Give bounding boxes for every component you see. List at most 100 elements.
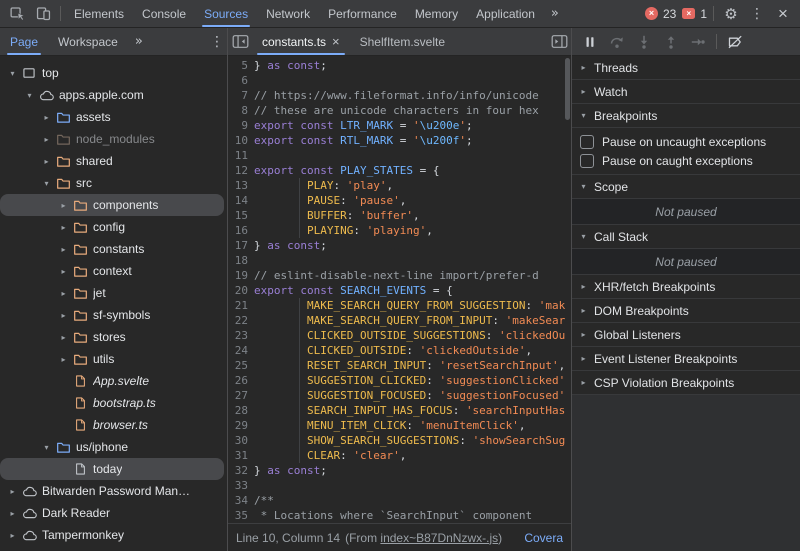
line-number[interactable]: 31 [228, 448, 248, 463]
code-editor[interactable]: 5} as const; 6 7 // https://www.fileformat.… [228, 56, 571, 523]
line-number[interactable]: 19 [228, 268, 248, 283]
devtools-tab-sources[interactable]: Sources [195, 0, 257, 27]
code-line[interactable]: 17} as const; [228, 238, 571, 253]
tree-expander-right[interactable]: ▸ [40, 113, 53, 122]
tree-expander-down[interactable]: ▾ [40, 443, 53, 452]
tree-expander-right[interactable]: ▸ [57, 333, 70, 342]
tree-expander-right[interactable]: ▸ [6, 487, 19, 496]
line-number[interactable]: 29 [228, 418, 248, 433]
code-line[interactable]: 25 RESET_SEARCH_INPUT: 'resetSearchInput… [228, 358, 571, 373]
line-number[interactable]: 11 [228, 148, 248, 163]
code-line[interactable]: 32} as const; [228, 463, 571, 478]
line-number[interactable]: 17 [228, 238, 248, 253]
line-number[interactable]: 30 [228, 433, 248, 448]
inspect-element-icon[interactable] [4, 2, 30, 26]
code-line[interactable]: 34 /** [228, 493, 571, 508]
line-number[interactable]: 32 [228, 463, 248, 478]
tree-item-top[interactable]: ▾ top [0, 62, 224, 84]
code-line[interactable]: 26 SUGGESTION_CLICKED: 'suggestionClicke… [228, 373, 571, 388]
code-line[interactable]: 33 [228, 478, 571, 493]
tree-item-constants[interactable]: ▸ constants [0, 238, 224, 260]
section-global-listeners[interactable]: ▸ Global Listeners [572, 323, 800, 347]
code-line[interactable]: 7 // https://www.fileformat.info/info/uni… [228, 88, 571, 103]
tree-expander-right[interactable]: ▸ [57, 355, 70, 364]
tree-expander-right[interactable]: ▸ [57, 289, 70, 298]
tree-item-sf-symbols[interactable]: ▸ sf-symbols [0, 304, 224, 326]
line-number[interactable]: 20 [228, 283, 248, 298]
checkbox-icon[interactable] [580, 153, 594, 168]
line-number[interactable]: 35 [228, 508, 248, 523]
tree-expander-down[interactable]: ▾ [23, 91, 36, 100]
code-line[interactable]: 22 MAKE_SEARCH_QUERY_FROM_INPUT: 'makeSe… [228, 313, 571, 328]
section-dom-breakpoints[interactable]: ▸ DOM Breakpoints [572, 299, 800, 323]
section-watch[interactable]: ▸ Watch [572, 80, 800, 104]
line-number[interactable]: 22 [228, 313, 248, 328]
code-line[interactable]: 6 [228, 73, 571, 88]
tree-item-node-modules[interactable]: ▸ node_modules [0, 128, 224, 150]
tree-item-dark-reader[interactable]: ▸ Dark Reader [0, 502, 224, 524]
tree-expander-right[interactable]: ▸ [40, 135, 53, 144]
close-devtools-icon[interactable]: × [770, 2, 796, 26]
line-number[interactable]: 8 [228, 103, 248, 118]
editor-tab-constants-ts[interactable]: constants.ts × [252, 28, 350, 55]
code-line[interactable]: 35 * Locations where `SearchInput` compo… [228, 508, 571, 523]
more-menu-icon[interactable]: ⋮ [744, 2, 770, 26]
more-panels-chevron[interactable]: » [544, 6, 566, 21]
tree-item-components[interactable]: ▸ components [0, 194, 224, 216]
tree-expander-down[interactable]: ▾ [6, 69, 19, 78]
tree-item-bitwarden-password-man[interactable]: ▸ Bitwarden Password Man… [0, 480, 224, 502]
code-line[interactable]: 10 export const RTL_MARK = '\u200f'; [228, 133, 571, 148]
tree-expander-right[interactable]: ▸ [6, 531, 19, 540]
checkbox-pause-on-uncaught-exceptions[interactable]: Pause on uncaught exceptions [572, 132, 800, 151]
line-number[interactable]: 5 [228, 58, 248, 73]
tree-item-jet[interactable]: ▸ jet [0, 282, 224, 304]
tree-item-config[interactable]: ▸ config [0, 216, 224, 238]
code-line[interactable]: 14 PAUSE: 'pause', [228, 193, 571, 208]
toggle-navigator-icon[interactable] [228, 30, 252, 54]
code-line[interactable]: 28 SEARCH_INPUT_HAS_FOCUS: 'searchInputH… [228, 403, 571, 418]
tree-expander-down[interactable]: ▾ [40, 179, 53, 188]
tree-item-tampermonkey[interactable]: ▸ Tampermonkey [0, 524, 224, 546]
devtools-tab-console[interactable]: Console [133, 0, 195, 27]
line-number[interactable]: 21 [228, 298, 248, 313]
section-csp-violation-breakpoints[interactable]: ▸ CSP Violation Breakpoints [572, 371, 800, 395]
tree-item-us-iphone[interactable]: ▾ us/iphone [0, 436, 224, 458]
tree-item-shared[interactable]: ▸ shared [0, 150, 224, 172]
tree-item-assets[interactable]: ▸ assets [0, 106, 224, 128]
code-line[interactable]: 29 MENU_ITEM_CLICK: 'menuItemClick', [228, 418, 571, 433]
tree-item-app-svelte[interactable]: App.svelte [0, 370, 224, 392]
line-number[interactable]: 16 [228, 223, 248, 238]
checkbox-pause-on-caught-exceptions[interactable]: Pause on caught exceptions [572, 151, 800, 170]
code-line[interactable]: 27 SUGGESTION_FOCUSED: 'suggestionFocuse… [228, 388, 571, 403]
section-threads[interactable]: ▸ Threads [572, 56, 800, 80]
line-number[interactable]: 18 [228, 253, 248, 268]
pause-icon[interactable] [577, 30, 603, 54]
more-navigator-tabs-chevron[interactable]: » [128, 34, 150, 49]
devtools-tab-elements[interactable]: Elements [65, 0, 133, 27]
tree-expander-right[interactable]: ▸ [6, 509, 19, 518]
code-line[interactable]: 16 PLAYING: 'playing', [228, 223, 571, 238]
tree-expander-right[interactable]: ▸ [40, 157, 53, 166]
code-line[interactable]: 20 export const SEARCH_EVENTS = { [228, 283, 571, 298]
tree-expander-right[interactable]: ▸ [57, 201, 70, 210]
line-number[interactable]: 13 [228, 178, 248, 193]
tree-item-src[interactable]: ▾ src [0, 172, 224, 194]
line-number[interactable]: 25 [228, 358, 248, 373]
line-number[interactable]: 15 [228, 208, 248, 223]
code-line[interactable]: 8 // these are unicode characters in four… [228, 103, 571, 118]
code-line[interactable]: 13 PLAY: 'play', [228, 178, 571, 193]
line-number[interactable]: 6 [228, 73, 248, 88]
code-line[interactable]: 12 export const PLAY_STATES = { [228, 163, 571, 178]
line-number[interactable]: 10 [228, 133, 248, 148]
close-tab-icon[interactable]: × [332, 34, 340, 49]
tree-item-bootstrap-ts[interactable]: bootstrap.ts [0, 392, 224, 414]
code-line[interactable]: 21 MAKE_SEARCH_QUERY_FROM_SUGGESTION: 'm… [228, 298, 571, 313]
code-line[interactable]: 18 [228, 253, 571, 268]
line-number[interactable]: 34 [228, 493, 248, 508]
tree-item-stores[interactable]: ▸ stores [0, 326, 224, 348]
code-line[interactable]: 19 // eslint-disable-next-line import/pre… [228, 268, 571, 283]
line-number[interactable]: 33 [228, 478, 248, 493]
section-breakpoints[interactable]: ▾ Breakpoints [572, 104, 800, 128]
code-line[interactable]: 24 CLICKED_OUTSIDE: 'clickedOutside', [228, 343, 571, 358]
line-number[interactable]: 24 [228, 343, 248, 358]
